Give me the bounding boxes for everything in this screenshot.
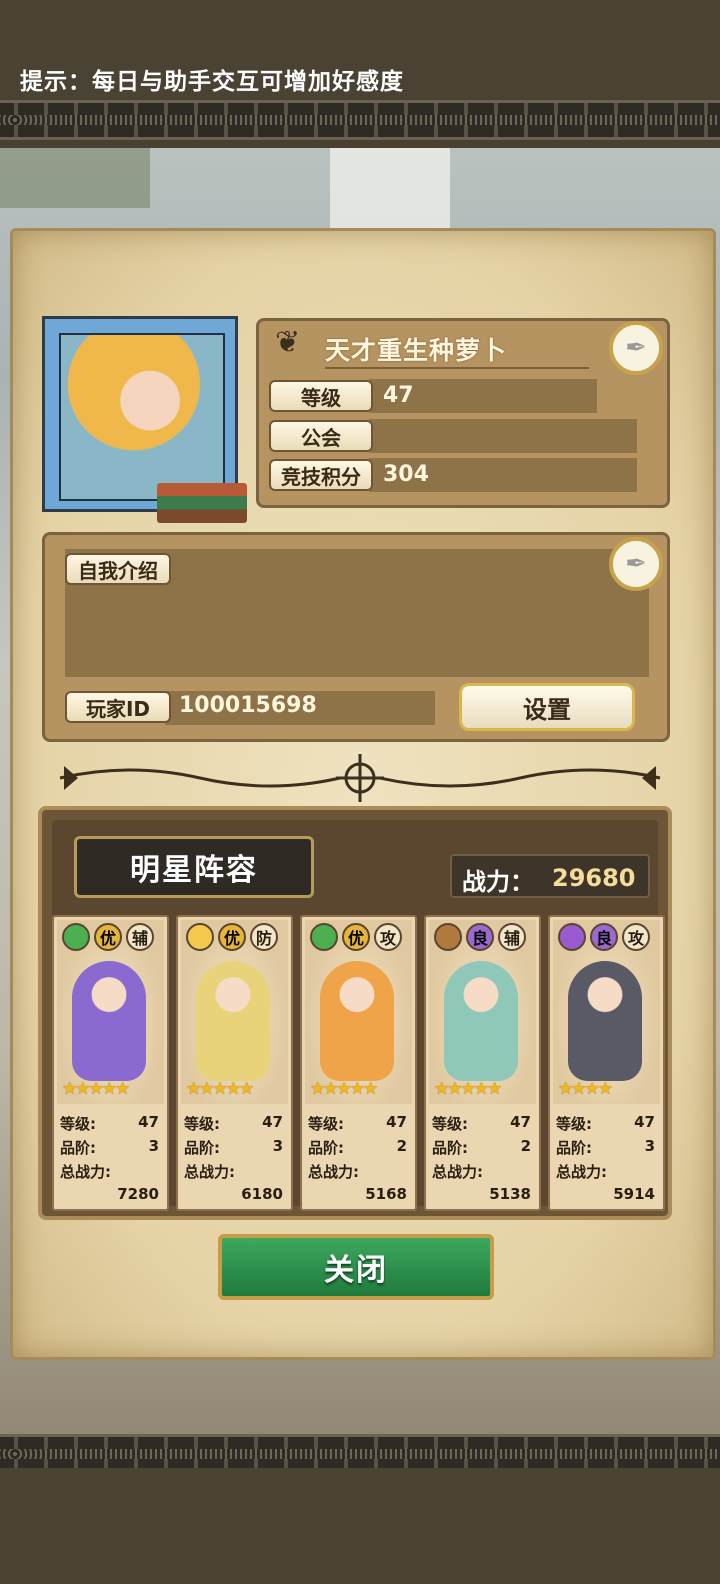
player-info-panel: ❦ 天才重生种萝卜 ✒ 等级 47 公会 竞技积分 304 (256, 318, 670, 508)
hero-total-power-label: 总战力: (308, 1163, 359, 1181)
hero-grade-value: 2 (396, 1137, 407, 1155)
hero-grade-label: 品阶: (308, 1139, 344, 1157)
ornament-icon: ❦ (275, 325, 301, 360)
ornament-divider (59, 754, 661, 802)
guild-value-box (369, 419, 637, 453)
hero-chibi (444, 961, 518, 1081)
hero-total-power-value: 7280 (117, 1185, 159, 1203)
hero-role-badge: 辅 (126, 923, 154, 951)
hero-chibi (568, 961, 642, 1081)
hero-level-label: 等级: (60, 1115, 96, 1133)
hint-text: 提示：每日与助手交互可增加好感度 (20, 69, 404, 95)
intro-label: 自我介绍 (65, 553, 171, 585)
sun-icon (186, 923, 214, 951)
hero-grade-label: 品阶: (184, 1139, 220, 1157)
guild-label: 公会 (269, 420, 373, 452)
hero-level-label: 等级: (184, 1115, 220, 1133)
hero-chibi (320, 961, 394, 1081)
mountain-icon (434, 923, 462, 951)
hero-total-power-value: 5168 (365, 1185, 407, 1203)
hero-card[interactable]: 优攻 ★★★★★ 等级: 47 品阶: 2 总战力: 5168 (300, 915, 417, 1211)
hero-chibi (196, 961, 270, 1081)
hero-role-badge: 攻 (622, 923, 650, 951)
level-label: 等级 (269, 380, 373, 412)
hero-role-badge: 辅 (498, 923, 526, 951)
hero-stars: ★★★★★ (62, 1079, 130, 1099)
hero-level-label: 等级: (308, 1115, 344, 1133)
hero-grade-value: 2 (520, 1137, 531, 1155)
hero-total-power-label: 总战力: (60, 1163, 111, 1181)
swirl-icon (558, 923, 586, 951)
close-button[interactable]: 关闭 (218, 1234, 494, 1300)
hero-total-power-label: 总战力: (432, 1163, 483, 1181)
edit-intro-quill-icon[interactable]: ✒ (609, 537, 663, 591)
team-power-label: 战力： (462, 868, 534, 896)
hero-grade-value: 3 (148, 1137, 159, 1155)
hero-level-value: 47 (634, 1113, 655, 1131)
hero-stars: ★★★★ (558, 1079, 613, 1099)
top-bar: 提示：每日与助手交互可增加好感度 (0, 0, 720, 100)
player-name: 天才重生种萝卜 (325, 336, 508, 365)
hero-rank-badge: 优 (218, 923, 246, 951)
hero-grade-value: 3 (272, 1137, 283, 1155)
hero-level-value: 47 (262, 1113, 283, 1131)
hero-card[interactable]: 优防 ★★★★★ 等级: 47 品阶: 3 总战力: 6180 (176, 915, 293, 1211)
bottom-bar (0, 1468, 720, 1584)
avatar-portrait (59, 333, 247, 523)
name-underline (325, 367, 589, 369)
hero-level-value: 47 (386, 1113, 407, 1131)
leaf-icon (62, 923, 90, 951)
settings-button[interactable]: 设置 (459, 683, 635, 731)
hero-level-label: 等级: (556, 1115, 592, 1133)
hero-rank-badge: 优 (94, 923, 122, 951)
hero-role-badge: 防 (250, 923, 278, 951)
avatar[interactable] (42, 316, 247, 523)
hero-total-power-label: 总战力: (556, 1163, 607, 1181)
player-id-value: 100015698 (179, 693, 317, 718)
team-power-box: 战力： 29680 (450, 854, 650, 898)
team-power-value: 29680 (552, 864, 636, 892)
leaf-icon (310, 923, 338, 951)
hero-role-badge: 攻 (374, 923, 402, 951)
hero-level-label: 等级: (432, 1115, 468, 1133)
hero-total-power-value: 5914 (613, 1185, 655, 1203)
player-id-label: 玩家ID (65, 691, 171, 723)
intro-panel: 自我介绍 ✒ 玩家ID 100015698 设置 (42, 532, 670, 742)
hero-stars: ★★★★★ (434, 1079, 502, 1099)
hero-level-value: 47 (138, 1113, 159, 1131)
star-lineup-panel: 明星阵容 战力： 29680 优辅 ★★★★★ 等级: 47 品阶: 3 总战力: 7280 优… (38, 806, 672, 1220)
hero-grade-label: 品阶: (556, 1139, 592, 1157)
hero-rank-badge: 良 (466, 923, 494, 951)
hero-rank-badge: 良 (590, 923, 618, 951)
hero-total-power-label: 总战力: (184, 1163, 235, 1181)
hero-stars: ★★★★★ (310, 1079, 378, 1099)
hero-grade-label: 品阶: (60, 1139, 96, 1157)
hero-level-value: 47 (510, 1113, 531, 1131)
hero-grade-label: 品阶: (432, 1139, 468, 1157)
arena-value: 304 (383, 462, 429, 487)
books-icon (157, 483, 247, 523)
hero-chibi (72, 961, 146, 1081)
hero-grade-value: 3 (644, 1137, 655, 1155)
hero-rank-badge: 优 (342, 923, 370, 951)
hero-total-power-value: 6180 (241, 1185, 283, 1203)
hero-card[interactable]: 优辅 ★★★★★ 等级: 47 品阶: 3 总战力: 7280 (52, 915, 169, 1211)
hero-card[interactable]: 良攻 ★★★★ 等级: 47 品阶: 3 总战力: 5914 (548, 915, 665, 1211)
lineup-title: 明星阵容 (74, 836, 314, 898)
hero-card[interactable]: 良辅 ★★★★★ 等级: 47 品阶: 2 总战力: 5138 (424, 915, 541, 1211)
top-decor-band (0, 100, 720, 140)
edit-name-quill-icon[interactable]: ✒ (609, 321, 663, 375)
hero-total-power-value: 5138 (489, 1185, 531, 1203)
hero-stars: ★★★★★ (186, 1079, 254, 1099)
arena-label: 竞技积分 (269, 459, 373, 491)
level-value: 47 (383, 383, 414, 408)
